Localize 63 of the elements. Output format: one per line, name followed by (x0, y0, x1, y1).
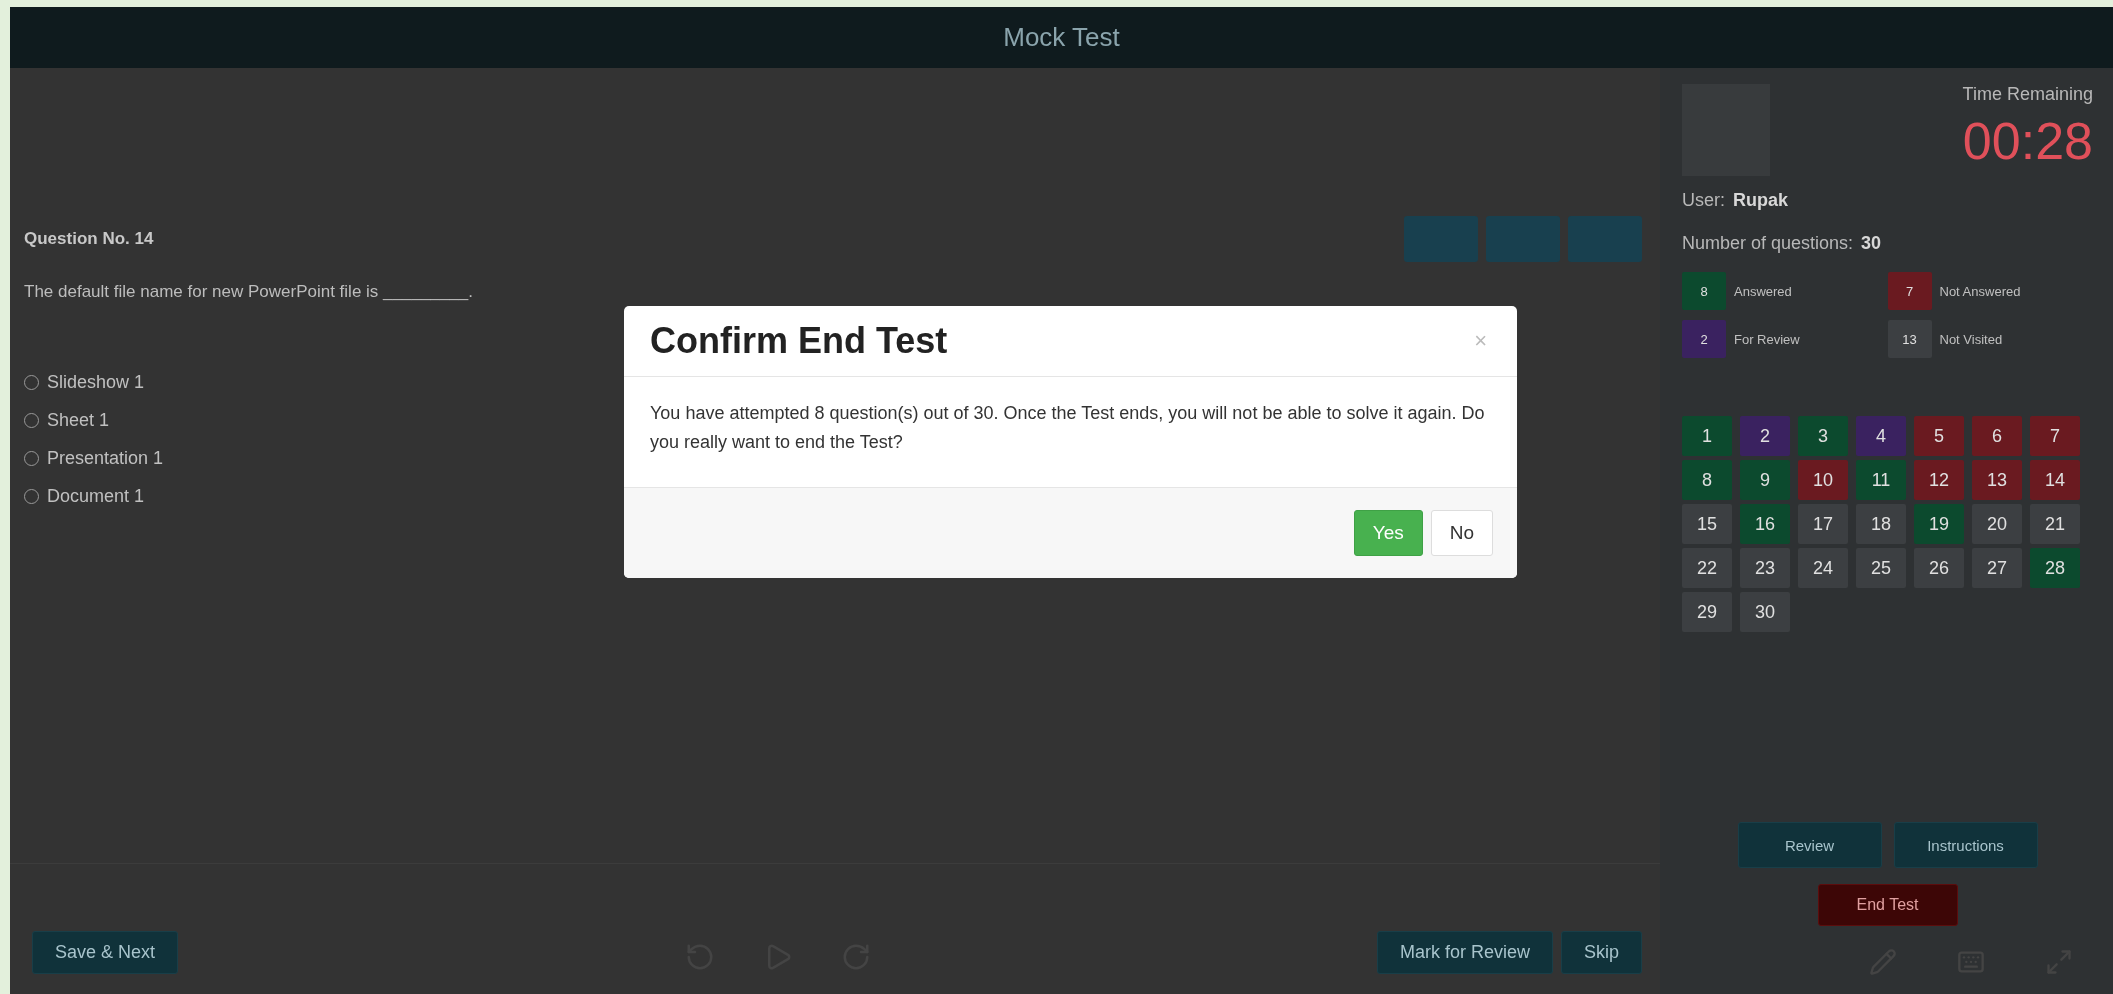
toolbar-button[interactable] (1404, 216, 1478, 262)
question-tile[interactable]: 16 (1740, 504, 1790, 544)
question-tile[interactable]: 6 (1972, 416, 2022, 456)
legend-tile: 7 (1887, 272, 1932, 310)
question-tile[interactable]: 30 (1740, 592, 1790, 632)
toolbar-button[interactable] (1486, 216, 1560, 262)
question-tile[interactable]: 17 (1798, 504, 1848, 544)
question-tile[interactable]: 20 (1972, 504, 2022, 544)
legend-label: For Review (1734, 331, 1800, 347)
option-label: Slideshow 1 (47, 372, 145, 393)
question-text: The default file name for new PowerPoint file is _________. (24, 282, 474, 302)
user-label: User: (1682, 190, 1725, 211)
end-test-button[interactable]: End Test (1817, 884, 1958, 926)
question-tile[interactable]: 21 (2030, 504, 2080, 544)
question-tile[interactable]: 24 (1798, 548, 1848, 588)
count-label: Number of questions: (1682, 233, 1854, 254)
option-label: Presentation 1 (47, 448, 164, 469)
question-tile[interactable]: 10 (1798, 460, 1848, 500)
question-tile[interactable]: 29 (1682, 592, 1732, 632)
toolbar-button[interactable] (1568, 216, 1642, 262)
question-count: 30 (1861, 233, 1882, 254)
question-tile[interactable]: 23 (1740, 548, 1790, 588)
question-tile[interactable]: 5 (1914, 416, 1964, 456)
question-tile[interactable]: 26 (1914, 548, 1964, 588)
legend-label: Not Answered (1939, 283, 2021, 299)
question-tile[interactable]: 25 (1856, 548, 1906, 588)
question-tile[interactable]: 14 (2030, 460, 2080, 500)
question-tile[interactable]: 27 (1972, 548, 2022, 588)
dialog-title: Confirm End Test (650, 320, 948, 362)
question-tile[interactable]: 4 (1856, 416, 1906, 456)
question-tile[interactable]: 9 (1740, 460, 1790, 500)
legend-label: Not Visited (1939, 331, 2003, 347)
question-tile[interactable]: 11 (1856, 460, 1906, 500)
question-tile[interactable]: 22 (1682, 548, 1732, 588)
question-tile[interactable]: 13 (1972, 460, 2022, 500)
legend-label: Answered (1734, 283, 1792, 299)
question-tile[interactable]: 8 (1682, 460, 1732, 500)
option-label: Sheet 1 (47, 410, 110, 431)
legend-tile: 8 (1682, 272, 1726, 310)
dialog-message: You have attempted 8 question(s) out of 30. Once the Test ends, you will not be able to solve it again. Do you really want to end the Test? (650, 403, 1485, 452)
question-tile[interactable]: 15 (1682, 504, 1732, 544)
panel-button[interactable]: Review (1737, 822, 1882, 868)
question-tile[interactable]: 12 (1914, 460, 1964, 500)
question-tile[interactable]: 3 (1798, 416, 1848, 456)
mark-review-button[interactable]: Mark for Review (1376, 931, 1553, 974)
option-label: Document 1 (47, 486, 145, 507)
question-tile[interactable]: 19 (1914, 504, 1964, 544)
legend-tile: 2 (1682, 320, 1726, 358)
skip-button[interactable]: Skip (1561, 931, 1642, 974)
question-tile[interactable]: 7 (2030, 416, 2080, 456)
time-label: Time Remaining (1962, 84, 2093, 105)
question-tile[interactable]: 18 (1856, 504, 1906, 544)
question-tile[interactable]: 2 (1740, 416, 1790, 456)
timer: 00:28 (1962, 111, 2093, 171)
panel-button[interactable]: Instructions (1893, 822, 2038, 868)
page-title: Mock Test (1003, 22, 1120, 53)
question-tile[interactable]: 28 (2030, 548, 2080, 588)
question-tile[interactable]: 1 (1682, 416, 1732, 456)
save-next-button[interactable]: Save & Next (32, 931, 179, 974)
question-number: Question No. 14 (24, 229, 154, 249)
cancel-button[interactable]: No (1430, 509, 1493, 556)
legend-tile: 13 (1887, 320, 1932, 358)
user-name: Rupak (1733, 190, 1789, 211)
